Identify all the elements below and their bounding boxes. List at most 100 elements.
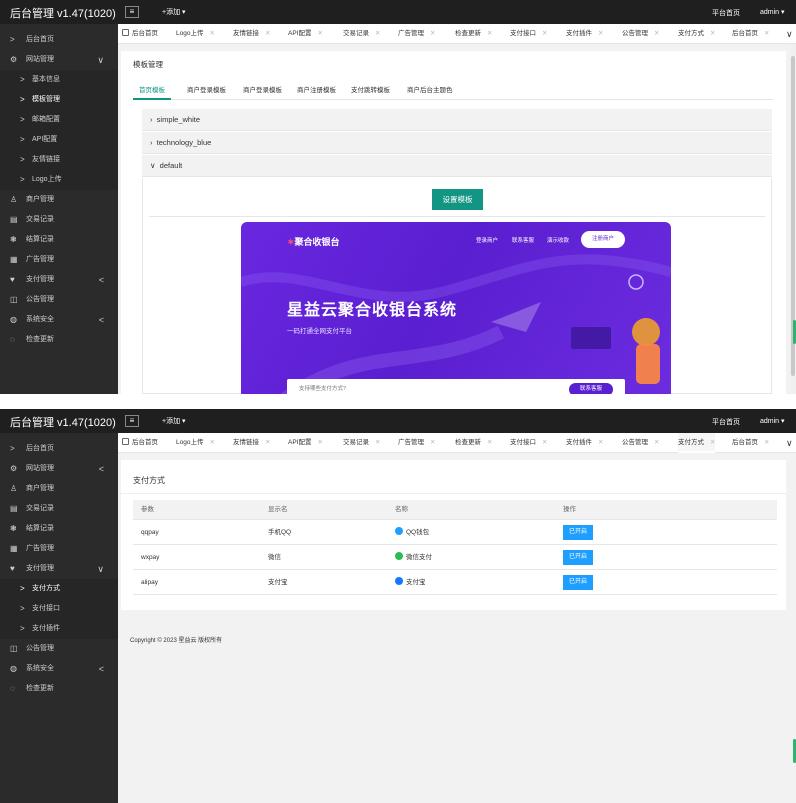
sidebar-item-label: 网站管理 <box>26 465 54 472</box>
sidebar-item-9[interactable]: ▤ 交易记录 <box>0 210 118 230</box>
subtab-4[interactable]: 支付跳转模板 <box>345 84 396 100</box>
sidebar-item-3[interactable]: > 模板管理 <box>0 90 118 110</box>
close-icon[interactable]: ✕ <box>430 30 435 37</box>
close-icon[interactable]: ✕ <box>317 439 322 446</box>
menu-toggle-icon[interactable]: ≡ <box>125 415 139 427</box>
close-icon[interactable]: ✕ <box>265 30 270 37</box>
add-menu-button[interactable]: +添加 ▾ <box>162 7 186 17</box>
tab-9[interactable]: 公告管理 ✕ <box>622 24 659 44</box>
sidebar-item-10[interactable]: ◫ 公告管理 <box>0 639 118 659</box>
tab-11[interactable]: 后台首页 ✕ <box>732 433 769 453</box>
sidebar-item-5[interactable]: > API配置 <box>0 130 118 150</box>
sidebar-item-8[interactable]: > 支付接口 <box>0 599 118 619</box>
tab-5[interactable]: 广告管理 ✕ <box>398 24 435 44</box>
sidebar-item-4[interactable]: ❃ 结算记录 <box>0 519 118 539</box>
tab-3[interactable]: API配置 ✕ <box>288 24 323 44</box>
tab-6[interactable]: 检查更新 ✕ <box>455 433 492 453</box>
close-icon[interactable]: ✕ <box>542 30 547 37</box>
tab-8[interactable]: 支付插件 ✕ <box>566 433 603 453</box>
close-icon[interactable]: ✕ <box>487 439 492 446</box>
tab-5[interactable]: 广告管理 ✕ <box>398 433 435 453</box>
subtab-0[interactable]: 首页模板 <box>133 84 171 100</box>
tab-2[interactable]: 友情链接 ✕ <box>233 433 270 453</box>
sidebar-item-13[interactable]: ◫ 公告管理 <box>0 290 118 310</box>
sidebar-item-11[interactable]: ◍ 系统安全 < <box>0 659 118 679</box>
close-icon[interactable]: ✕ <box>209 439 214 446</box>
tab-11[interactable]: 后台首页 ✕ <box>732 24 769 44</box>
user-menu[interactable]: admin ▾ <box>760 8 785 16</box>
tab-2[interactable]: 友情链接 ✕ <box>233 24 270 44</box>
set-template-button[interactable]: 设置模板 <box>432 189 483 210</box>
subtab-1[interactable]: 商户登录模板 <box>181 84 232 100</box>
close-icon[interactable]: ✕ <box>710 439 715 446</box>
sidebar-item-0[interactable]: > 后台首页 <box>0 30 118 50</box>
close-icon[interactable]: ✕ <box>430 439 435 446</box>
sidebar-item-7[interactable]: > Logo上传 <box>0 170 118 190</box>
close-icon[interactable]: ✕ <box>487 30 492 37</box>
menu-toggle-icon[interactable]: ≡ <box>125 6 139 18</box>
sidebar-item-12[interactable]: ◌ 检查更新 <box>0 679 118 699</box>
sidebar-item-14[interactable]: ◍ 系统安全 < <box>0 310 118 330</box>
template-technology-blue[interactable]: › technology_blue <box>142 132 772 154</box>
user-menu[interactable]: admin ▾ <box>760 417 785 425</box>
close-icon[interactable]: ✕ <box>654 30 659 37</box>
close-icon[interactable]: ✕ <box>598 30 603 37</box>
close-icon[interactable]: ✕ <box>598 439 603 446</box>
template-simple-white[interactable]: › simple_white <box>142 109 772 131</box>
subtab-5[interactable]: 商户后台主题色 <box>401 84 459 100</box>
tab-0[interactable]: 后台首页 <box>122 433 158 453</box>
close-icon[interactable]: ✕ <box>265 439 270 446</box>
tab-9[interactable]: 公告管理 ✕ <box>622 433 659 453</box>
sidebar-item-2[interactable]: ♙ 商户管理 <box>0 479 118 499</box>
subtab-2[interactable]: 商户登录模板 <box>237 84 288 100</box>
sidebar-item-1[interactable]: ⚙ 网站管理 < <box>0 459 118 479</box>
sidebar-item-7[interactable]: > 支付方式 <box>0 579 118 599</box>
tabs-more-icon[interactable]: ∨ <box>786 433 793 453</box>
platform-home-link[interactable]: 平台首页 <box>712 8 740 18</box>
sidebar-item-0[interactable]: > 后台首页 <box>0 439 118 459</box>
template-default[interactable]: ∨ default <box>142 155 772 177</box>
toggle-enabled-button[interactable]: 已开启 <box>563 525 593 540</box>
tab-7[interactable]: 支付接口 ✕ <box>510 433 547 453</box>
tab-1[interactable]: Logo上传 ✕ <box>176 433 215 453</box>
sidebar-item-1[interactable]: ⚙ 网站管理 ∨ <box>0 50 118 70</box>
close-icon[interactable]: ✕ <box>209 30 214 37</box>
subtab-3[interactable]: 商户注册模板 <box>291 84 342 100</box>
tab-8[interactable]: 支付插件 ✕ <box>566 24 603 44</box>
tabs-more-icon[interactable]: ∨ <box>786 24 793 44</box>
sidebar-item-11[interactable]: ▦ 广告管理 <box>0 250 118 270</box>
platform-home-link[interactable]: 平台首页 <box>712 417 740 427</box>
sidebar-item-10[interactable]: ❃ 结算记录 <box>0 230 118 250</box>
close-icon[interactable]: ✕ <box>542 439 547 446</box>
sidebar-item-15[interactable]: ◌ 检查更新 <box>0 330 118 350</box>
close-icon[interactable]: ✕ <box>710 30 715 37</box>
close-icon[interactable]: ✕ <box>375 30 380 37</box>
sidebar-item-6[interactable]: ♥ 支付管理 ∨ <box>0 559 118 579</box>
close-icon[interactable]: ✕ <box>317 30 322 37</box>
sidebar-item-8[interactable]: ♙ 商户管理 <box>0 190 118 210</box>
toggle-enabled-button[interactable]: 已开启 <box>563 575 593 590</box>
sidebar-item-5[interactable]: ▦ 广告管理 <box>0 539 118 559</box>
add-menu-button[interactable]: +添加 ▾ <box>162 416 186 426</box>
sidebar-item-12[interactable]: ♥ 支付管理 < <box>0 270 118 290</box>
tab-10[interactable]: 支付方式 ✕ <box>678 433 716 453</box>
close-icon[interactable]: ✕ <box>375 439 380 446</box>
sidebar-item-9[interactable]: > 支付插件 <box>0 619 118 639</box>
tab-0[interactable]: 后台首页 <box>122 24 158 44</box>
sidebar-item-4[interactable]: > 邮箱配置 <box>0 110 118 130</box>
tab-1[interactable]: Logo上传 ✕ <box>176 24 215 44</box>
tab-4[interactable]: 交易记录 ✕ <box>343 24 380 44</box>
close-icon[interactable]: ✕ <box>764 30 769 37</box>
sidebar-item-3[interactable]: ▤ 交易记录 <box>0 499 118 519</box>
menu-icon: ▦ <box>10 255 18 264</box>
tab-3[interactable]: API配置 ✕ <box>288 433 323 453</box>
tab-4[interactable]: 交易记录 ✕ <box>343 433 380 453</box>
tab-6[interactable]: 检查更新 ✕ <box>455 24 492 44</box>
tab-7[interactable]: 支付接口 ✕ <box>510 24 547 44</box>
close-icon[interactable]: ✕ <box>654 439 659 446</box>
sidebar-item-2[interactable]: > 基本信息 <box>0 70 118 90</box>
toggle-enabled-button[interactable]: 已开启 <box>563 550 593 565</box>
close-icon[interactable]: ✕ <box>764 439 769 446</box>
sidebar-item-6[interactable]: > 友情链接 <box>0 150 118 170</box>
tab-10[interactable]: 支付方式 ✕ <box>678 24 715 44</box>
